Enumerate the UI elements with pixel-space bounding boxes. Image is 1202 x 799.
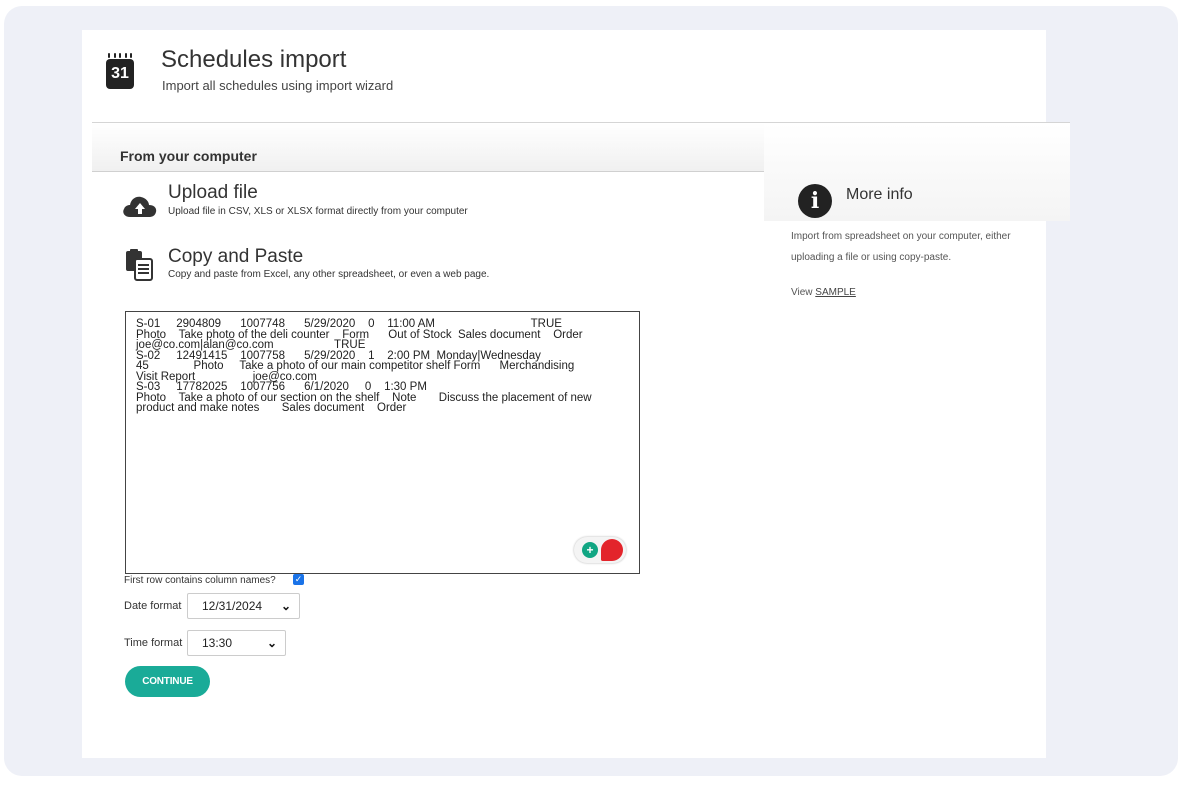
paste-textarea[interactable]: S-01 2904809 1007748 5/29/2020 0 11:00 A… <box>125 311 640 574</box>
info-icon: i <box>798 184 832 218</box>
grammarly-widget[interactable]: + <box>574 537 626 563</box>
grammarly-logo-icon[interactable] <box>601 539 623 561</box>
time-format-select[interactable]: 13:30 ⌄ <box>187 630 286 656</box>
paste-icon <box>126 249 153 281</box>
view-label: View <box>791 287 813 298</box>
calendar-day: 31 <box>106 59 134 89</box>
upload-file-title[interactable]: Upload file <box>168 182 258 204</box>
section-title: From your computer <box>120 148 257 164</box>
paste-line: 45 Photo Take a photo of our main compet… <box>136 360 575 372</box>
copy-paste-description: Copy and paste from Excel, any other spr… <box>168 269 490 280</box>
first-row-checkbox[interactable]: ✓ <box>293 574 304 585</box>
grammarly-add-icon[interactable]: + <box>582 542 598 558</box>
chevron-down-icon: ⌄ <box>266 636 277 650</box>
sample-link[interactable]: SAMPLE <box>815 287 856 298</box>
more-info-text: Import from spreadsheet on your computer… <box>791 231 1011 263</box>
time-format-value: 13:30 <box>202 636 233 650</box>
page-subtitle: Import all schedules using import wizard <box>162 78 394 93</box>
chevron-down-icon: ⌄ <box>280 599 291 613</box>
paste-line: S-03 17782025 1007756 6/1/2020 0 1:30 PM <box>136 381 427 393</box>
paste-line: S-01 2904809 1007748 5/29/2020 0 11:00 A… <box>136 318 562 330</box>
continue-button[interactable]: CONTINUE <box>125 666 210 697</box>
date-format-select[interactable]: 12/31/2024 ⌄ <box>187 593 300 619</box>
date-format-value: 12/31/2024 <box>202 599 263 613</box>
time-format-label: Time format <box>124 637 183 649</box>
paste-line: product and make notes Sales document Or… <box>136 402 407 414</box>
cloud-upload-icon[interactable] <box>122 193 158 219</box>
copy-paste-title: Copy and Paste <box>168 246 304 267</box>
upload-file-description: Upload file in CSV, XLS or XLSX format d… <box>168 206 468 217</box>
page-title: Schedules import <box>161 46 347 73</box>
date-format-label: Date format <box>124 600 182 612</box>
view-sample: View SAMPLE <box>791 287 856 298</box>
calendar-icon: 31 <box>106 53 134 91</box>
paste-line: joe@co.com|alan@co.com TRUE <box>136 339 366 351</box>
more-info-title: More info <box>846 186 913 203</box>
first-row-label: First row contains column names? <box>124 575 276 586</box>
